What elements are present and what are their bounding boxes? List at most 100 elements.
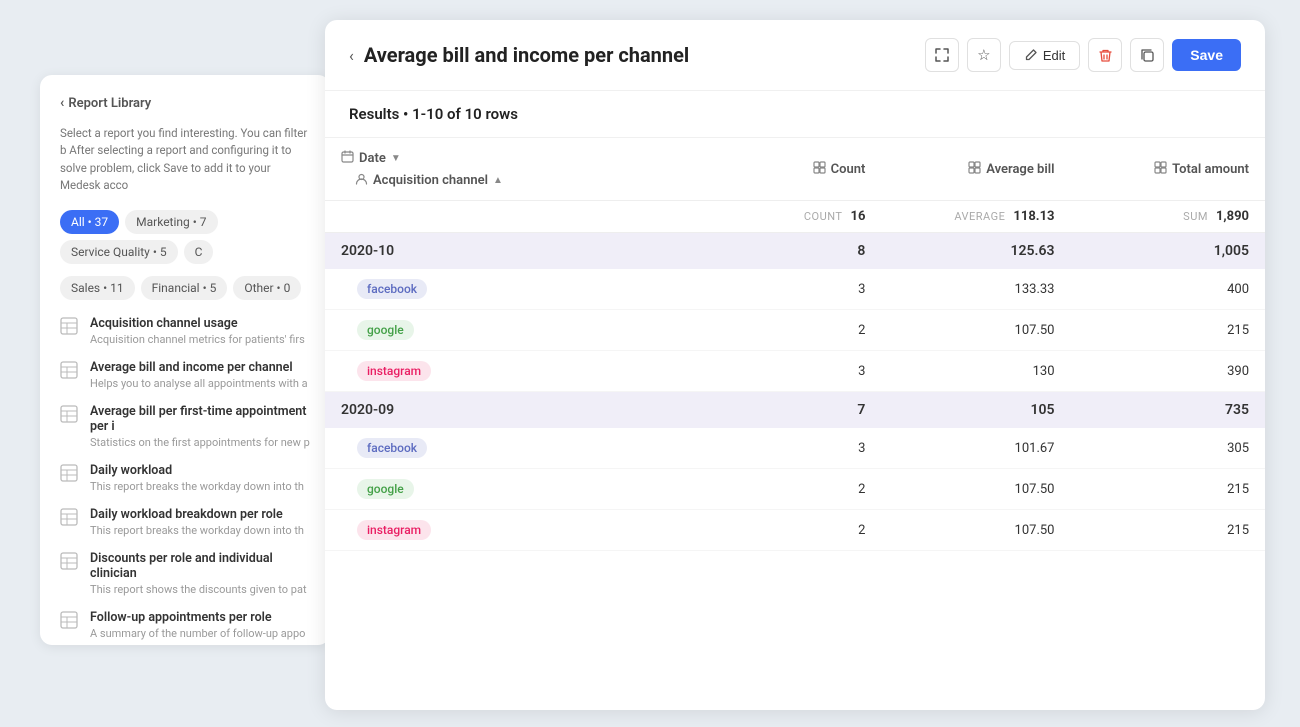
- row-count: 2: [692, 469, 881, 510]
- delete-button[interactable]: [1088, 38, 1122, 72]
- row-channel-cell: facebook: [325, 428, 692, 469]
- table-container[interactable]: Date ▼ Acquisition channel ▲: [325, 138, 1265, 698]
- report-desc: Helps you to analyse all appointments wi…: [90, 377, 308, 390]
- group-total: 735: [1071, 392, 1266, 429]
- copy-button[interactable]: [1130, 38, 1164, 72]
- row-avg: 107.50: [881, 310, 1070, 351]
- filter-tab-marketing[interactable]: Marketing • 7: [125, 210, 217, 234]
- filter-tab-all[interactable]: All • 37: [60, 210, 119, 234]
- row-total: 390: [1071, 351, 1266, 392]
- channel-tag: google: [357, 320, 414, 340]
- acq-sort-icon: ▲: [493, 175, 503, 186]
- group-total: 1,005: [1071, 233, 1266, 270]
- table-row: google 2 107.50 215: [325, 469, 1265, 510]
- group-date: 2020-09: [325, 392, 692, 429]
- col-header-total[interactable]: Total amount: [1071, 138, 1266, 201]
- row-total: 400: [1071, 269, 1266, 310]
- total-col-icon: [1154, 161, 1167, 177]
- row-count: 3: [692, 351, 881, 392]
- report-item-avg-first[interactable]: Average bill per first-time appointment …: [60, 404, 310, 449]
- row-total: 215: [1071, 310, 1266, 351]
- channel-tag: facebook: [357, 438, 427, 458]
- avg-col-icon: [968, 161, 981, 177]
- table-header-row: Date ▼ Acquisition channel ▲: [325, 138, 1265, 201]
- report-item-acquisition[interactable]: Acquisition channel usage Acquisition ch…: [60, 316, 310, 346]
- row-channel-cell: google: [325, 310, 692, 351]
- count-col-label: Count: [831, 162, 866, 177]
- avg-value: 118.13: [1013, 209, 1054, 224]
- report-table-icon: [60, 508, 80, 528]
- report-desc: This report breaks the workday down into…: [90, 480, 304, 493]
- back-to-library[interactable]: ‹ Report Library: [60, 95, 310, 111]
- channel-tag: instagram: [357, 520, 431, 540]
- edit-label: Edit: [1043, 48, 1065, 63]
- main-back-arrow-icon[interactable]: ‹: [349, 46, 354, 65]
- total-value: 1,890: [1216, 209, 1249, 224]
- title-area: ‹ Average bill and income per channel: [349, 43, 689, 67]
- report-item-followup[interactable]: Follow-up appointments per role A summar…: [60, 610, 310, 640]
- channel-tag: google: [357, 479, 414, 499]
- report-desc: Statistics on the first appointments for…: [90, 436, 310, 449]
- report-desc: A summary of the number of follow-up app…: [90, 627, 305, 640]
- resize-button[interactable]: [925, 38, 959, 72]
- date-col-label: Date: [359, 151, 386, 166]
- report-table-icon: [60, 464, 80, 484]
- group-count: 8: [692, 233, 881, 270]
- report-desc: This report shows the discounts given to…: [90, 583, 310, 596]
- table-row: instagram 2 107.50 215: [325, 510, 1265, 551]
- row-channel-cell: instagram: [325, 351, 692, 392]
- header-actions: ☆ Edit Save: [925, 38, 1241, 72]
- report-title: Daily workload: [90, 463, 304, 478]
- star-button[interactable]: ☆: [967, 38, 1001, 72]
- group-row: 2020-10 8 125.63 1,005: [325, 233, 1265, 270]
- report-item-daily-role[interactable]: Daily workload breakdown per role This r…: [60, 507, 310, 537]
- avg-col-label: Average bill: [986, 162, 1054, 177]
- main-report-panel: ‹ Average bill and income per channel ☆ …: [325, 20, 1265, 710]
- date-col-icon: [341, 150, 354, 166]
- table-row: instagram 3 130 390: [325, 351, 1265, 392]
- filter-tab-financial[interactable]: Financial • 5: [141, 276, 228, 300]
- filter-tab-cut[interactable]: C: [184, 240, 214, 264]
- report-table-icon: [60, 317, 80, 337]
- col-header-avg[interactable]: Average bill: [881, 138, 1070, 201]
- table-row: facebook 3 133.33 400: [325, 269, 1265, 310]
- report-data-table: Date ▼ Acquisition channel ▲: [325, 138, 1265, 551]
- summary-total-cell: SUM 1,890: [1071, 201, 1266, 233]
- library-label: Report Library: [68, 96, 151, 111]
- filter-tab-service[interactable]: Service Quality • 5: [60, 240, 178, 264]
- summary-row: COUNT 16 AVERAGE 118.13 SUM 1,890: [325, 201, 1265, 233]
- table-row: google 2 107.50 215: [325, 310, 1265, 351]
- filter-tab-other[interactable]: Other • 0: [233, 276, 301, 300]
- row-channel-cell: instagram: [325, 510, 692, 551]
- row-count: 2: [692, 310, 881, 351]
- report-item-avg-bill[interactable]: Average bill and income per channel Help…: [60, 360, 310, 390]
- channel-tag: facebook: [357, 279, 427, 299]
- row-avg: 130: [881, 351, 1070, 392]
- row-count: 3: [692, 428, 881, 469]
- filter-tab-sales[interactable]: Sales • 11: [60, 276, 135, 300]
- back-arrow-icon: ‹: [60, 95, 64, 111]
- report-title: Daily workload breakdown per role: [90, 507, 304, 522]
- save-button[interactable]: Save: [1172, 39, 1241, 71]
- row-total: 305: [1071, 428, 1266, 469]
- report-item-daily-workload[interactable]: Daily workload This report breaks the wo…: [60, 463, 310, 493]
- group-date: 2020-10: [325, 233, 692, 270]
- count-value: 16: [851, 209, 866, 224]
- report-title: Follow-up appointments per role: [90, 610, 305, 625]
- report-table-icon: [60, 361, 80, 381]
- summary-avg-cell: AVERAGE 118.13: [881, 201, 1070, 233]
- report-table-icon: [60, 552, 80, 572]
- count-label: COUNT: [804, 210, 843, 223]
- report-title: Average bill and income per channel: [90, 360, 308, 375]
- report-item-discounts[interactable]: Discounts per role and individual clinic…: [60, 551, 310, 596]
- edit-button[interactable]: Edit: [1009, 41, 1080, 70]
- star-icon: ☆: [977, 46, 990, 64]
- acq-col-icon: [355, 172, 368, 188]
- col-header-count[interactable]: Count: [692, 138, 881, 201]
- library-description: Select a report you find interesting. Yo…: [60, 125, 310, 194]
- report-desc: This report breaks the workday down into…: [90, 524, 304, 537]
- date-sort-icon: ▼: [391, 153, 401, 164]
- col-header-date[interactable]: Date ▼ Acquisition channel ▲: [325, 138, 692, 201]
- report-title: Acquisition channel usage: [90, 316, 305, 331]
- group-row: 2020-09 7 105 735: [325, 392, 1265, 429]
